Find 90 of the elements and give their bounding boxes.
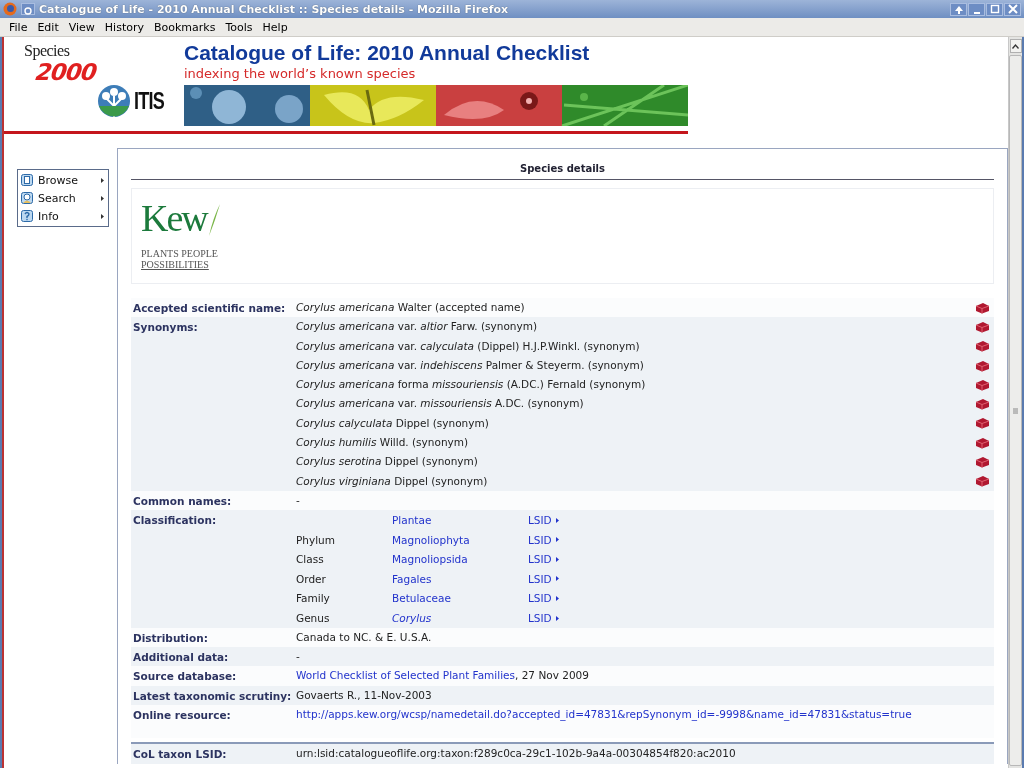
field-label: Classification: [133, 513, 218, 529]
submenu-arrow-icon [100, 176, 105, 184]
field-value: Govaerts R., 11-Nov-2003 [296, 687, 433, 703]
taxon-name: Corylus americana forma missouriensis (A.DC.) Fernald (synonym) [296, 377, 647, 393]
taxon-name: Corylus virginiana Dippel (synonym) [296, 473, 489, 489]
arrow-icon [554, 614, 560, 622]
taxon-name: Corylus americana var. missouriensis A.DC. (synonym) [296, 396, 585, 412]
field-link[interactable]: http://apps.kew.org/wcsp/namedetail.do?accepted_id=47831&repSynonym_id=-9998&name_id=47831&status=true [296, 708, 912, 720]
side-menu-item[interactable]: Info [18, 207, 108, 225]
field-label: Distribution: [133, 630, 209, 646]
menu-item[interactable]: File [4, 20, 33, 34]
rank-label: Family [296, 592, 331, 605]
lsid-link[interactable]: LSID [528, 553, 972, 566]
help-icon [21, 210, 33, 222]
lsid-link[interactable]: LSID [528, 592, 972, 605]
rank-label: Phylum [296, 533, 336, 546]
taxon-link[interactable]: Magnoliophyta [392, 533, 528, 546]
itis-logo: ITIS [97, 84, 176, 118]
kew-logo: Kew [141, 199, 207, 237]
field-link[interactable]: World Checklist of Selected Plant Families [296, 669, 515, 682]
taxon-name: Corylus humilis Willd. (synonym) [296, 435, 470, 451]
field-label: CoL taxon LSID: [133, 747, 228, 763]
close-button[interactable] [1004, 2, 1021, 16]
taxon-name: Corylus americana var. altior Farw. (synonym) [296, 319, 538, 335]
field-label: Online resource: [133, 708, 232, 723]
taxon-name: Corylus americana Walter (accepted name) [296, 300, 526, 315]
site-subtitle: indexing the world’s known species [184, 66, 417, 81]
arrow-icon [554, 575, 560, 583]
species-2000-logo: Species 2000 [24, 42, 96, 85]
lsid-link[interactable]: LSID [528, 572, 972, 585]
logo-tagline: PLANTS PEOPLE [141, 249, 218, 260]
maximize-icon [990, 4, 999, 14]
taxon-link[interactable]: Magnoliopsida [392, 553, 528, 566]
submenu-arrow-icon [100, 194, 105, 202]
side-menu-item[interactable]: Search [18, 189, 108, 207]
arrow-icon [554, 594, 560, 602]
menu-item[interactable]: Bookmarks [149, 20, 221, 34]
search-icon [21, 192, 33, 204]
rank-label: Genus [296, 612, 331, 625]
taxon-link[interactable]: Corylus [392, 612, 528, 625]
shade-button[interactable] [950, 2, 967, 16]
close-icon [1007, 4, 1018, 14]
menu-item[interactable]: Tools [220, 20, 258, 34]
lsid-link[interactable]: LSID [528, 533, 972, 546]
menu-item[interactable]: Help [257, 20, 293, 34]
taxon-name: Corylus americana var. calyculata (Dippel) H.J.P.Winkl. (synonym) [296, 338, 641, 354]
rank-label: Class [296, 553, 325, 566]
field-value: Canada to NC. & E. U.S.A. [296, 629, 433, 645]
maximize-button[interactable] [986, 2, 1003, 16]
field-label: Latest taxonomic scrutiny: [133, 688, 293, 704]
field-value: - [296, 492, 301, 508]
arrow-icon [554, 536, 560, 544]
site-title: Catalogue of Life: 2010 Annual Checklist [184, 41, 591, 65]
field-label: Common names: [133, 493, 233, 509]
side-menu-item[interactable]: Browse [18, 171, 108, 189]
field-value: urn:lsid:catalogueoflife.org:taxon:f289c0ca-29c1-102b-9a4a-00304854f820:ac2010 [296, 746, 737, 762]
menu-item[interactable]: View [63, 20, 100, 34]
field-label: Accepted scientific name: [133, 301, 287, 316]
field-value: - [296, 649, 301, 665]
taxon-link[interactable]: Fagales [392, 572, 528, 585]
up-arrow-icon [954, 6, 963, 14]
arrow-icon [554, 516, 560, 524]
scroll-thumb[interactable] [1009, 55, 1022, 766]
field-label: Additional data: [133, 650, 230, 666]
rank-label: Order [296, 572, 327, 585]
logo-tagline: POSSIBILITIES [141, 259, 210, 270]
minimize-icon [973, 12, 980, 14]
lsid-link[interactable]: LSID [528, 612, 972, 625]
taxon-link[interactable]: Plantae [392, 514, 528, 527]
field-label: Source database: [133, 669, 238, 685]
browser-icon [3, 2, 17, 16]
taxon-name: Corylus americana var. indehiscens Palmer & Steyerm. (synonym) [296, 357, 645, 373]
menu-item[interactable]: History [99, 20, 149, 34]
leaf-icon [206, 203, 221, 237]
window-menu-button[interactable] [21, 3, 35, 15]
taxon-name: Corylus calyculata Dippel (synonym) [296, 415, 490, 431]
circle-icon [22, 6, 34, 16]
grip-icon [1013, 407, 1018, 414]
taxon-link[interactable]: Betulaceae [392, 592, 528, 605]
window-title: Catalogue of Life - 2010 Annual Checklist :: Species details - Mozilla Firefox [39, 2, 510, 16]
menu-item[interactable]: Edit [32, 20, 64, 34]
lsid-link[interactable]: LSID [528, 514, 972, 527]
field-label: Synonyms: [133, 320, 199, 336]
taxon-name: Corylus serotina Dippel (synonym) [296, 454, 479, 470]
arrow-icon [554, 555, 560, 563]
scroll-up-button[interactable] [1009, 39, 1022, 53]
panel-title: Species details [131, 149, 994, 180]
field-value: World Checklist of Selected Plant Families, 27 Nov 2009 [296, 668, 590, 684]
submenu-arrow-icon [100, 212, 105, 220]
minimize-button[interactable] [968, 2, 985, 16]
